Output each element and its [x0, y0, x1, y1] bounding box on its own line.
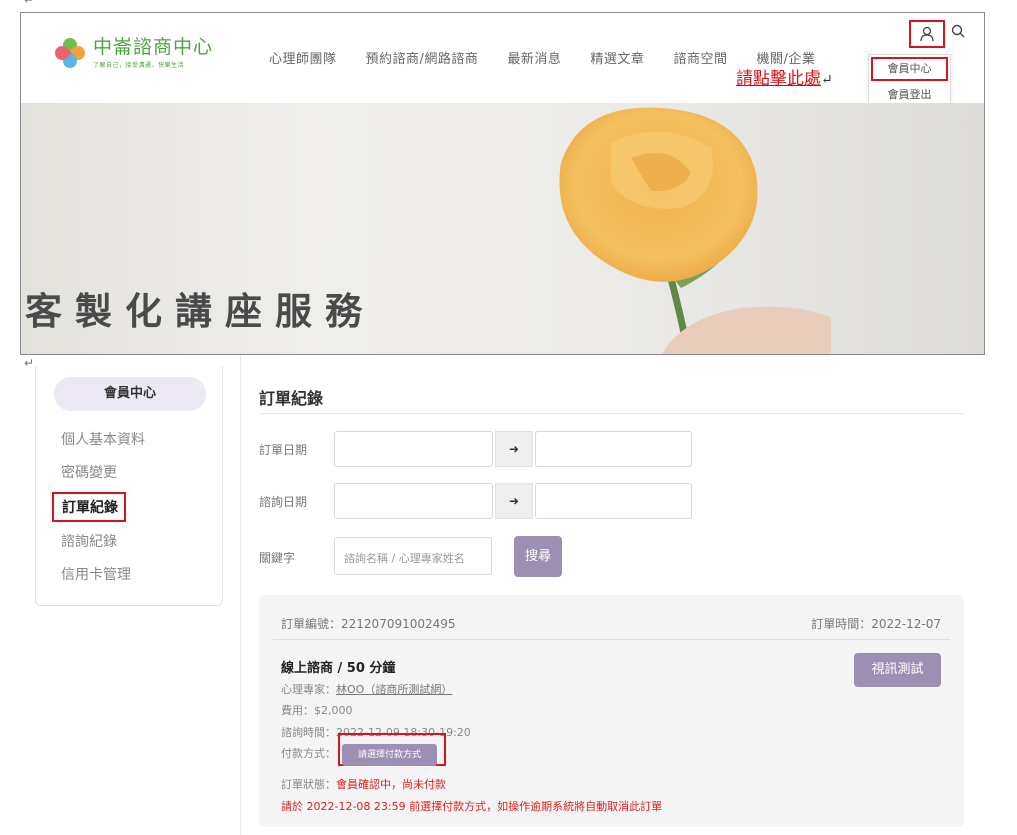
consult-date-label: 諮詢日期 [259, 495, 308, 509]
sidebar-heading: 會員中心 [54, 377, 206, 411]
sidebar-item-credit-card[interactable]: 信用卡管理 [61, 564, 131, 584]
payment-method-label: 付款方式： [281, 747, 336, 760]
nav-space[interactable]: 諮商空間 [673, 48, 727, 67]
order-date-label: 訂單日期 [259, 443, 308, 457]
logo-slogan: 了解自己，接受溝通，快樂生活 [93, 61, 185, 69]
nav-team[interactable]: 心理師團隊 [269, 48, 337, 67]
website-screenshot: 中崙諮商中心 了解自己，接受溝通，快樂生活 心理師團隊 預約諮商/網路諮商 最新… [20, 12, 985, 355]
sidebar-item-orders[interactable]: 訂單紀錄 [52, 492, 126, 522]
order-date-end-input[interactable] [535, 431, 692, 467]
nav-articles[interactable]: 精選文章 [590, 48, 644, 67]
title-divider [259, 413, 965, 414]
clover-logo-icon [52, 35, 88, 71]
order-date-start-input[interactable] [334, 431, 493, 467]
keyword-input[interactable]: 諮詢名稱 / 心理專家姓名 [334, 537, 492, 575]
order-time: 訂單時間：2022-12-07 [811, 617, 941, 631]
sidebar-item-consultations[interactable]: 諮詢紀錄 [61, 531, 117, 551]
keyword-label: 關鍵字 [259, 551, 296, 565]
sidebar-item-password[interactable]: 密碼變更 [61, 462, 117, 482]
expert-link[interactable]: 林OO（諮商所測試網） [336, 683, 452, 696]
order-status-line: 訂單狀態：會員確認中，尚未付款 [281, 778, 446, 791]
return-mark-top: ↵ [24, 0, 35, 7]
click-here-annotation: 請點擊此處↵ [736, 69, 833, 89]
page-title: 訂單紀錄 [259, 389, 324, 408]
order-number: 訂單編號：221207091002495 [281, 617, 456, 631]
hero-banner: 客製化講座服務 [21, 103, 984, 354]
site-search-button[interactable] [951, 23, 971, 43]
site-header: 中崙諮商中心 了解自己，接受溝通，快樂生活 心理師團隊 預約諮商/網路諮商 最新… [21, 13, 984, 116]
fee-line: 費用：$2,000 [281, 704, 353, 717]
return-mark-middle: ↵ [24, 356, 35, 370]
site-logo[interactable]: 中崙諮商中心 了解自己，接受溝通，快樂生活 [52, 35, 214, 71]
arrow-icon: ➜ [495, 483, 533, 519]
consult-date-start-input[interactable] [334, 483, 493, 519]
user-icon [920, 26, 934, 42]
video-test-button[interactable]: 視訊測試 [854, 653, 941, 687]
service-title: 線上諮商 / 50 分鐘 [281, 661, 396, 676]
nav-booking[interactable]: 預約諮商/網路諮商 [366, 48, 479, 67]
order-card: 訂單編號：221207091002495 訂單時間：2022-12-07 線上諮… [259, 595, 964, 827]
dropdown-member-center[interactable]: 會員中心 [871, 57, 948, 81]
content-divider [240, 355, 241, 835]
search-icon [951, 24, 965, 38]
member-sidebar: 會員中心 個人基本資料 密碼變更 訂單紀錄 諮詢紀錄 信用卡管理 [35, 366, 223, 606]
consult-date-end-input[interactable] [535, 483, 692, 519]
nav-news[interactable]: 最新消息 [507, 48, 561, 67]
expert-line: 心理專家：林OO（諮商所測試網） [281, 683, 453, 696]
payment-deadline-warning: 請於 2022-12-08 23:59 前選擇付款方式，如操作逾期系統將自動取消… [281, 800, 663, 813]
card-divider [273, 639, 950, 640]
member-menu-button[interactable] [909, 20, 945, 48]
select-payment-button[interactable]: 請選擇付款方式 [342, 744, 437, 766]
sidebar-item-profile[interactable]: 個人基本資料 [61, 429, 145, 449]
logo-title: 中崙諮商中心 [93, 36, 214, 58]
banner-title: 客製化講座服務 [25, 289, 375, 333]
search-button[interactable]: 搜尋 [514, 536, 562, 577]
arrow-icon: ➜ [495, 431, 533, 467]
